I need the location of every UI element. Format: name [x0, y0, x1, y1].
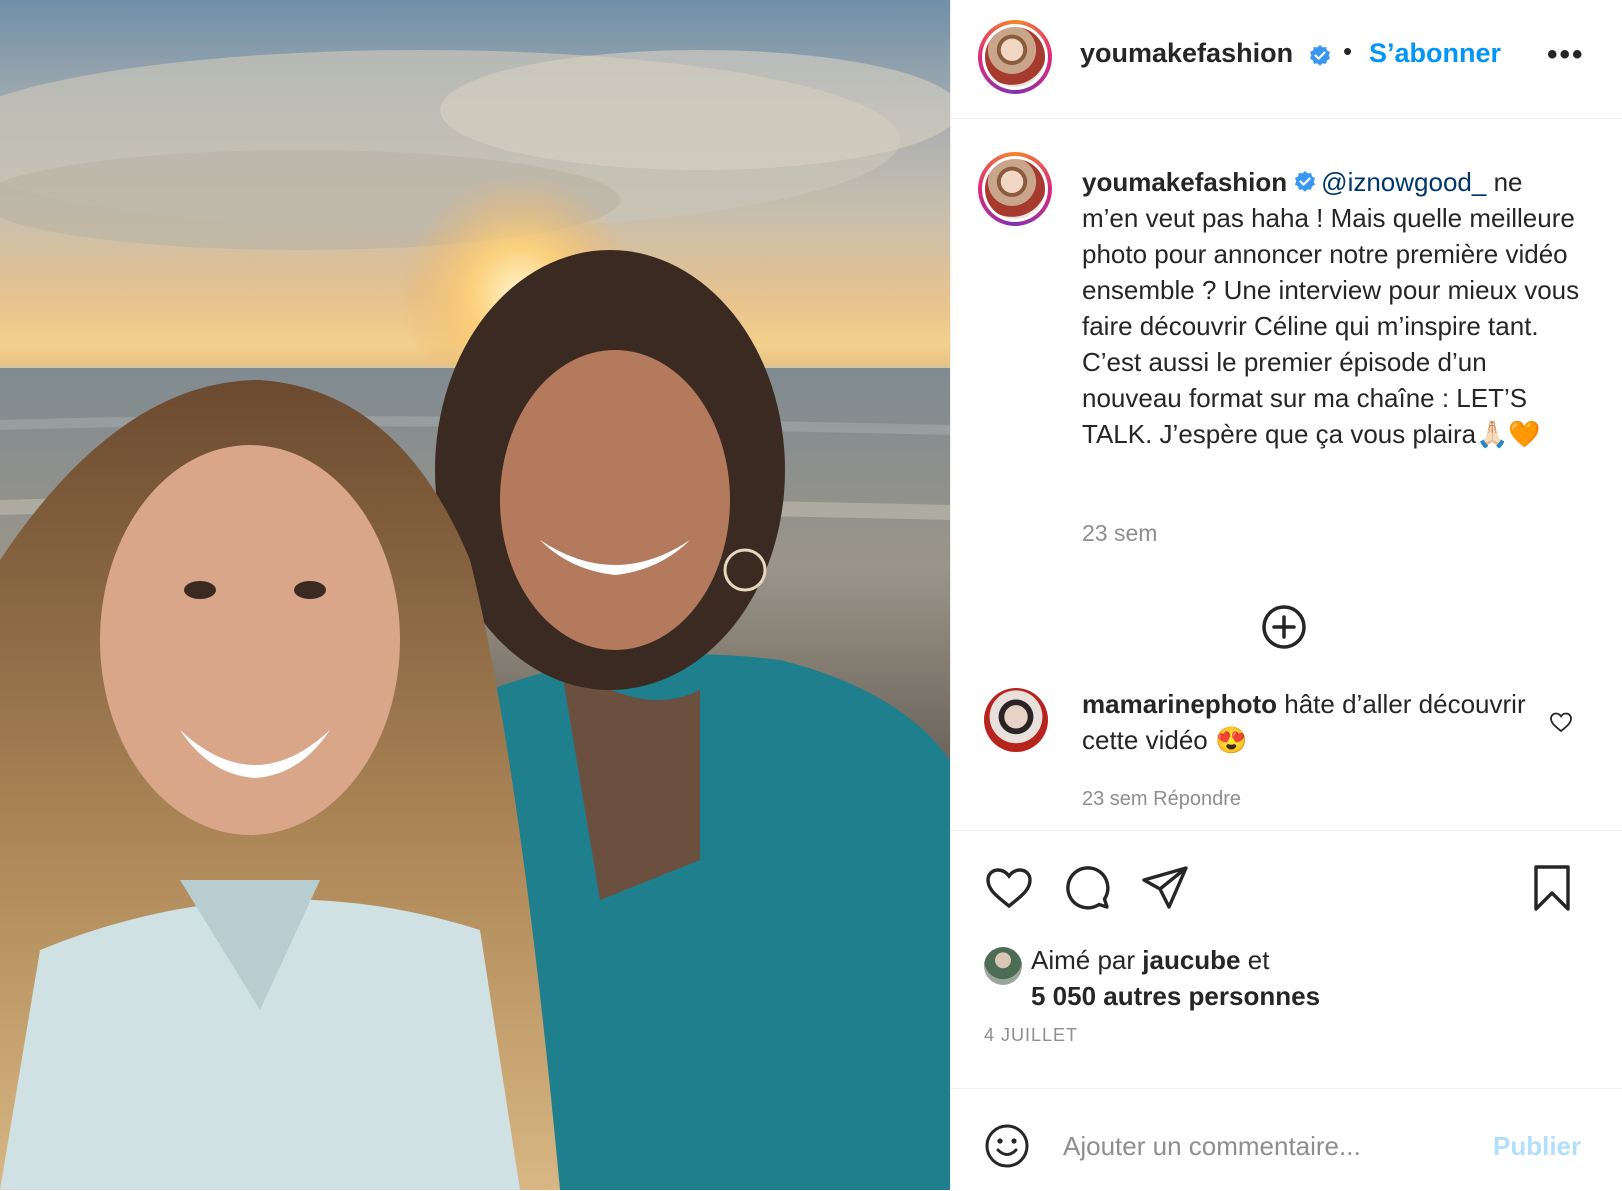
author-avatar[interactable] — [978, 20, 1052, 94]
likes-prefix: Aimé par — [1031, 945, 1143, 975]
commenter-avatar[interactable] — [984, 688, 1048, 752]
heart-icon[interactable] — [984, 863, 1034, 913]
likes-summary: Aimé par jaucube et 5 050 autres personne… — [1031, 942, 1320, 1014]
caption-author-avatar[interactable] — [978, 152, 1052, 226]
caption-mention-link[interactable]: @iznowgood_ — [1321, 167, 1486, 197]
likes-middle: et — [1240, 945, 1270, 975]
author-avatar-image — [985, 27, 1045, 87]
post-caption: youmakefashion @iznowgood_ ne m’en veut p… — [1082, 164, 1582, 452]
comment-text: mamarinephoto hâte d’aller découvrir cet… — [1082, 686, 1542, 758]
heart-icon[interactable] — [1549, 710, 1573, 734]
smiley-icon[interactable] — [984, 1123, 1030, 1169]
follow-button[interactable]: S’abonner — [1369, 38, 1501, 69]
post-side-panel: youmakefashion • S’abonner ••• youmakefa… — [950, 0, 1622, 1190]
verified-badge-icon — [1295, 171, 1316, 192]
caption-timestamp[interactable]: 23 sem — [1082, 520, 1157, 547]
comment-input[interactable] — [1061, 1119, 1465, 1173]
caption-username[interactable]: youmakefashion — [1082, 167, 1287, 197]
comment-bubble-icon[interactable] — [1062, 863, 1112, 913]
separator-dot: • — [1343, 36, 1353, 66]
more-options-button[interactable]: ••• — [1547, 38, 1585, 72]
paper-plane-icon[interactable] — [1140, 863, 1190, 913]
liker-avatar[interactable] — [984, 947, 1022, 985]
comment-meta[interactable]: 23 sem Répondre — [1082, 788, 1241, 811]
verified-badge-icon — [1310, 45, 1330, 66]
caption-author-avatar-image — [985, 159, 1045, 219]
liker-username[interactable]: jaucube — [1142, 945, 1240, 975]
commenter-username[interactable]: mamarinephoto — [1082, 689, 1277, 719]
caption-body: ne m’en veut pas haha ! Mais quelle meil… — [1082, 167, 1580, 449]
plus-circle-icon[interactable] — [1260, 603, 1308, 651]
comment-item: mamarinephoto hâte d’aller découvrir cet… — [951, 680, 1622, 810]
photo-illustration — [0, 50, 950, 1190]
comments-scroll-area[interactable]: youmakefashion @iznowgood_ ne m’en veut p… — [951, 118, 1622, 831]
publish-button[interactable]: Publier — [1493, 1131, 1581, 1162]
likes-section: Aimé par jaucube et 5 050 autres personne… — [951, 920, 1622, 1060]
likes-others-link[interactable]: 5 050 autres personnes — [1031, 981, 1320, 1011]
action-bar — [951, 830, 1622, 920]
post-date[interactable]: 4 JUILLET — [984, 1025, 1078, 1046]
add-comment-bar: Publier — [951, 1088, 1622, 1191]
bookmark-icon[interactable] — [1527, 863, 1577, 913]
post-photo[interactable] — [0, 0, 950, 1190]
post-header: youmakefashion • S’abonner ••• — [951, 0, 1622, 119]
author-username[interactable]: youmakefashion — [1080, 38, 1293, 69]
